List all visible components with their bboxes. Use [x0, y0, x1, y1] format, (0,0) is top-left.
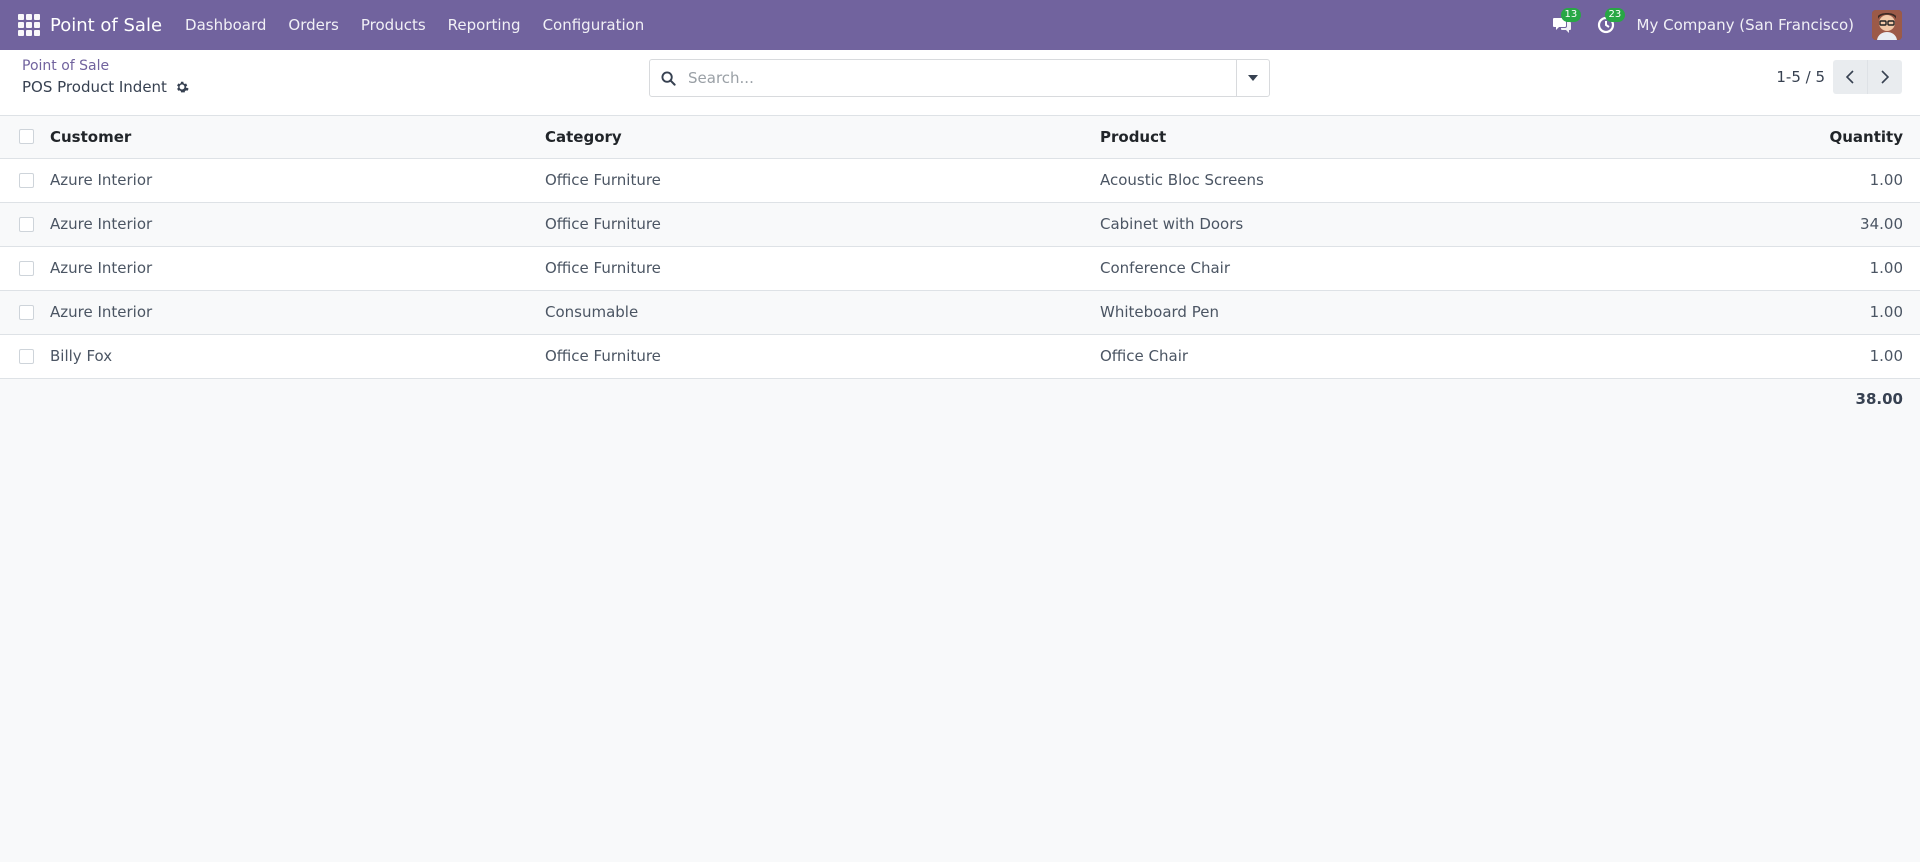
table-header-row: Customer Category Product Quantity	[0, 116, 1920, 158]
messages-button[interactable]: 13	[1549, 8, 1582, 38]
total-quantity: 38.00	[1855, 390, 1903, 409]
header-select-cell	[0, 116, 49, 158]
page-title-row: POS Product Indent	[22, 78, 189, 96]
row-checkbox[interactable]	[19, 304, 34, 320]
table-row[interactable]: Azure Interior Office Furniture Acoustic…	[0, 158, 1920, 202]
activities-button[interactable]: 23	[1593, 8, 1626, 38]
header-product[interactable]: Product	[1099, 116, 1628, 158]
table-row[interactable]: Azure Interior Consumable Whiteboard Pen…	[0, 290, 1920, 334]
cell-quantity: 1.00	[1869, 171, 1903, 189]
cell-customer: Azure Interior	[50, 215, 153, 233]
footer-spacer	[544, 378, 1099, 420]
cell-category: Office Furniture	[545, 259, 661, 277]
cell-product: Acoustic Bloc Screens	[1100, 171, 1264, 189]
chevron-right-icon	[1881, 70, 1889, 84]
search-input[interactable]	[686, 68, 1236, 88]
cell-product: Cabinet with Doors	[1100, 215, 1244, 233]
cell-quantity: 34.00	[1860, 215, 1903, 233]
navbar-systray: 13 23 My Company (San Francisco)	[1549, 8, 1902, 40]
search-options-toggle[interactable]	[1236, 60, 1269, 96]
page-title: POS Product Indent	[22, 78, 167, 96]
menu-configuration[interactable]: Configuration	[532, 16, 656, 34]
table-footer-row: 38.00	[0, 378, 1920, 420]
header-quantity[interactable]: Quantity	[1628, 116, 1920, 158]
row-checkbox[interactable]	[19, 348, 34, 364]
cell-category: Office Furniture	[545, 347, 661, 365]
cell-quantity: 1.00	[1869, 259, 1903, 277]
search-icon-wrap	[650, 70, 686, 86]
caret-down-icon	[1248, 75, 1258, 81]
menu-reporting[interactable]: Reporting	[437, 16, 532, 34]
cell-quantity: 1.00	[1869, 303, 1903, 321]
row-checkbox[interactable]	[19, 172, 34, 188]
footer-spacer	[0, 378, 49, 420]
cell-category: Office Furniture	[545, 215, 661, 233]
messages-badge: 13	[1560, 8, 1582, 22]
menu-orders[interactable]: Orders	[277, 16, 349, 34]
cell-category: Office Furniture	[545, 171, 661, 189]
pager-previous-button[interactable]	[1833, 60, 1868, 94]
pager-value[interactable]: 1-5 / 5	[1776, 68, 1825, 86]
row-select-cell	[0, 158, 49, 202]
footer-spacer	[49, 378, 544, 420]
breadcrumb[interactable]: Point of Sale	[22, 58, 109, 74]
row-select-cell	[0, 202, 49, 246]
chevron-left-icon	[1846, 70, 1854, 84]
cell-quantity: 1.00	[1869, 347, 1903, 365]
search-bar	[649, 59, 1270, 97]
row-select-cell	[0, 290, 49, 334]
header-customer[interactable]: Customer	[49, 116, 544, 158]
user-avatar[interactable]	[1872, 10, 1902, 40]
cell-customer: Billy Fox	[50, 347, 113, 365]
menu-products[interactable]: Products	[350, 16, 437, 34]
activities-badge: 23	[1604, 8, 1626, 22]
row-checkbox[interactable]	[19, 260, 34, 276]
main-menu: Dashboard Orders Products Reporting Conf…	[174, 16, 655, 34]
header-category[interactable]: Category	[544, 116, 1099, 158]
top-navbar: Point of Sale Dashboard Orders Products …	[0, 0, 1920, 50]
control-panel: Point of Sale POS Product Indent 1-5 / 5	[0, 50, 1920, 116]
cell-product: Whiteboard Pen	[1100, 303, 1219, 321]
gear-icon[interactable]	[175, 80, 189, 94]
row-select-cell	[0, 334, 49, 378]
menu-dashboard[interactable]: Dashboard	[174, 16, 277, 34]
row-checkbox[interactable]	[19, 216, 34, 232]
cell-product: Office Chair	[1100, 347, 1189, 365]
app-brand[interactable]: Point of Sale	[50, 15, 162, 36]
table-row[interactable]: Billy Fox Office Furniture Office Chair …	[0, 334, 1920, 378]
cell-category: Consumable	[545, 303, 639, 321]
user-avatar-icon	[1872, 10, 1902, 40]
pager-next-button[interactable]	[1868, 60, 1902, 94]
select-all-checkbox[interactable]	[19, 129, 34, 145]
cell-customer: Azure Interior	[50, 171, 153, 189]
cell-product: Conference Chair	[1100, 259, 1230, 277]
search-icon	[660, 70, 676, 86]
pager: 1-5 / 5	[1776, 60, 1902, 94]
table-row[interactable]: Azure Interior Office Furniture Conferen…	[0, 246, 1920, 290]
footer-spacer	[1099, 378, 1628, 420]
company-switcher[interactable]: My Company (San Francisco)	[1637, 16, 1854, 34]
cell-customer: Azure Interior	[50, 259, 153, 277]
list-table: Customer Category Product Quantity Azure…	[0, 116, 1920, 420]
table-row[interactable]: Azure Interior Office Furniture Cabinet …	[0, 202, 1920, 246]
row-select-cell	[0, 246, 49, 290]
apps-menu-icon[interactable]	[18, 14, 40, 36]
cell-customer: Azure Interior	[50, 303, 153, 321]
